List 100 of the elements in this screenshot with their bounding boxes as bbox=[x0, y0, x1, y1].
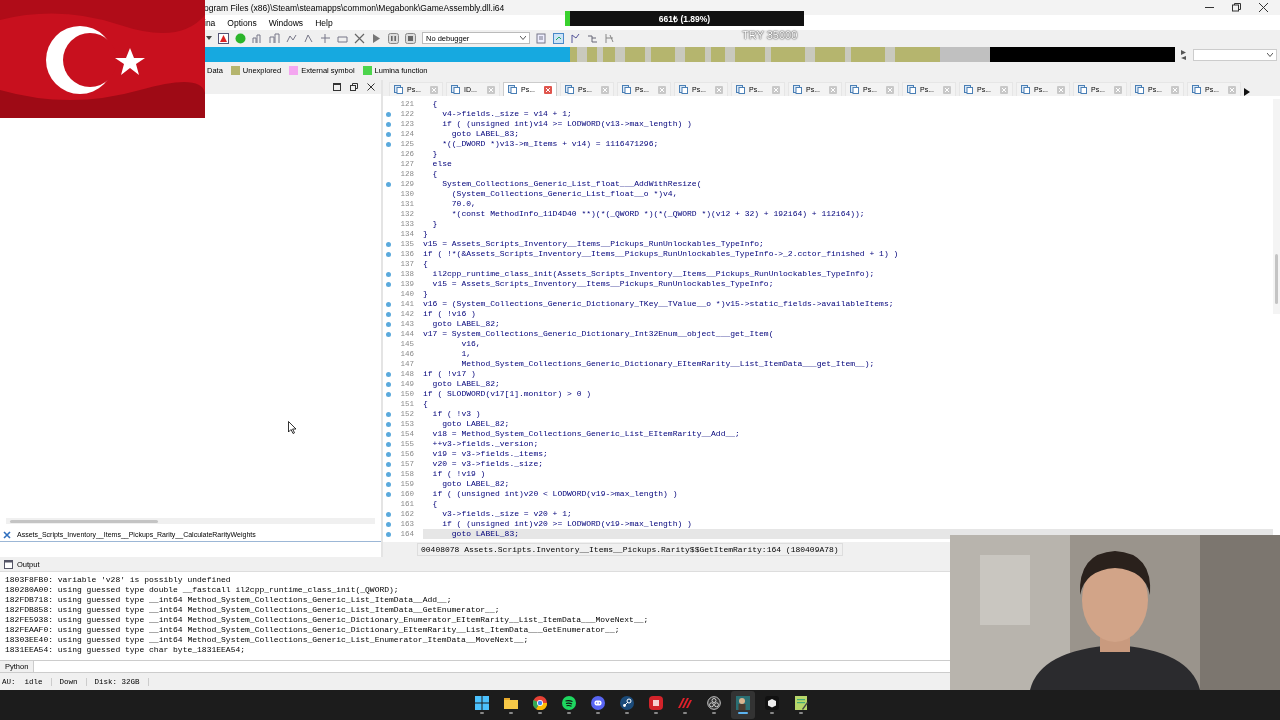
document-icon bbox=[1078, 85, 1087, 94]
tab-close-button[interactable] bbox=[1114, 85, 1122, 94]
code-line: 1, bbox=[460, 349, 472, 359]
stop-icon[interactable] bbox=[405, 32, 416, 44]
breakpoint-dot[interactable] bbox=[386, 311, 391, 317]
breakpoint-dot[interactable] bbox=[386, 121, 391, 127]
tab-close-button[interactable] bbox=[1171, 85, 1179, 94]
chat-icon[interactable] bbox=[590, 696, 605, 710]
browser-icon[interactable] bbox=[532, 696, 547, 710]
breakpoint-dot[interactable] bbox=[386, 421, 391, 427]
navigation-band[interactable] bbox=[205, 47, 1175, 62]
app-icon[interactable] bbox=[648, 696, 663, 710]
code-line: il2cpp_runtime_class_init(Assets_Scripts_Inventory__Items__Pickups_RunUnlockables_TypeInfo); bbox=[431, 269, 876, 279]
recorder-icon[interactable] bbox=[706, 696, 721, 710]
code-line: v18 = Method_System_Collections_Generic_List_EItemRarity__Add__; bbox=[431, 429, 741, 439]
tab-close-button[interactable] bbox=[772, 85, 780, 94]
breakpoint-dot[interactable] bbox=[386, 441, 391, 447]
output-line: 182FDB858: using guessed type __int64 Method_System_Collections_Generic_List_ItemData__GetEnumerator__; bbox=[5, 605, 501, 615]
code-line: v15 = Assets_Scripts_Inventory__Items__Pickups_RunUnlockables_TypeInfo; bbox=[431, 279, 775, 289]
horizontal-scrollbar[interactable] bbox=[6, 518, 375, 524]
breakpoint-dot[interactable] bbox=[386, 241, 391, 247]
restore-icon[interactable] bbox=[1232, 3, 1241, 12]
breakpoint-dot[interactable] bbox=[386, 321, 391, 327]
maximize-icon[interactable] bbox=[333, 83, 341, 91]
caret-icon[interactable] bbox=[206, 36, 212, 40]
breakpoint-dot[interactable] bbox=[386, 521, 391, 527]
breakpoint-dot[interactable] bbox=[386, 371, 391, 377]
chart-icon[interactable] bbox=[269, 32, 280, 44]
start-icon[interactable] bbox=[474, 696, 489, 710]
tab-close-button[interactable] bbox=[487, 85, 495, 94]
menu-item[interactable]: Windows bbox=[268, 17, 304, 28]
folder-icon[interactable] bbox=[503, 696, 518, 710]
breakpoint-dot[interactable] bbox=[386, 381, 391, 387]
breakpoint-dot[interactable] bbox=[386, 461, 391, 467]
breakpoint-dot[interactable] bbox=[386, 531, 391, 537]
tab-close-button[interactable] bbox=[1057, 85, 1065, 94]
breakpoint-dot[interactable] bbox=[386, 471, 391, 477]
output-line: 1831EEA54: using guessed type char byte_1831EEA54; bbox=[5, 645, 247, 655]
stripes-icon[interactable] bbox=[677, 696, 692, 710]
pause-icon[interactable] bbox=[388, 32, 399, 44]
breakpoint-dot[interactable] bbox=[386, 431, 391, 437]
breakpoint-dot[interactable] bbox=[386, 271, 391, 277]
breakpoint-dot[interactable] bbox=[386, 511, 391, 517]
taskbar-button[interactable] bbox=[730, 691, 755, 719]
close-icon[interactable] bbox=[367, 83, 375, 91]
tab-close-button[interactable] bbox=[715, 85, 723, 94]
music-icon[interactable] bbox=[561, 696, 576, 710]
close-icon[interactable] bbox=[1259, 3, 1268, 12]
breakpoint-dot[interactable] bbox=[386, 301, 391, 307]
figure-app-icon[interactable] bbox=[735, 696, 750, 710]
close-icon bbox=[1229, 86, 1235, 93]
breakpoint-dot[interactable] bbox=[386, 411, 391, 417]
document-icon[interactable] bbox=[536, 32, 547, 44]
code-line: if ( (unsigned int)v20 >= LODWORD(v19->max_length) ) bbox=[441, 519, 693, 529]
breakpoint-dot[interactable] bbox=[386, 111, 391, 117]
play-icon[interactable] bbox=[371, 32, 382, 44]
scroll-arrows-icon[interactable] bbox=[1180, 48, 1188, 61]
warning-icon[interactable] bbox=[218, 32, 229, 44]
breakpoint-dot[interactable] bbox=[386, 251, 391, 257]
tab-close-button[interactable] bbox=[1000, 85, 1008, 94]
tab-close-button[interactable] bbox=[658, 85, 666, 94]
breakpoint-dot[interactable] bbox=[386, 281, 391, 287]
close-icon[interactable] bbox=[354, 32, 365, 44]
breakpoint-dot[interactable] bbox=[386, 451, 391, 457]
tab-close-button[interactable] bbox=[430, 85, 438, 94]
tab-close-button[interactable] bbox=[601, 85, 609, 94]
tab-close-button[interactable] bbox=[1228, 85, 1236, 94]
close-icon bbox=[1115, 86, 1121, 93]
tab-close-button[interactable] bbox=[943, 85, 951, 94]
restore-icon[interactable] bbox=[350, 83, 358, 91]
breakpoint-dot[interactable] bbox=[386, 391, 391, 397]
scroll-right-icon[interactable] bbox=[1244, 88, 1250, 96]
menu-item[interactable]: Options bbox=[227, 17, 257, 28]
chart-icon[interactable] bbox=[252, 32, 263, 44]
code-line: } bbox=[423, 229, 429, 239]
code-line: if ( !*(&Assets_Scripts_Inventory__Items__Pickups_RunUnlockables_TypeInfo->_2.cctor_finished + 1) ) bbox=[423, 249, 900, 259]
breakpoint-dot[interactable] bbox=[386, 481, 391, 487]
segment-dropdown[interactable] bbox=[1193, 48, 1277, 61]
code-line: v15 = Assets_Scripts_Inventory__Items__Pickups_RunUnlockables_TypeInfo; bbox=[423, 239, 765, 249]
tab-close-button[interactable] bbox=[886, 85, 894, 94]
code-line: if ( (unsigned int)v14 >= LODWORD(v13->max_length) ) bbox=[441, 119, 693, 129]
tab-close-button[interactable] bbox=[544, 85, 552, 94]
launcher-icon[interactable] bbox=[619, 696, 634, 710]
breakpoint-dot[interactable] bbox=[386, 141, 391, 147]
code-line: v20 = v3->fields._size; bbox=[431, 459, 545, 469]
document-icon[interactable] bbox=[553, 32, 564, 44]
menu-item[interactable]: Help bbox=[315, 17, 333, 28]
close-icon bbox=[830, 86, 836, 93]
breakpoint-dot[interactable] bbox=[386, 181, 391, 187]
menu-item[interactable]: ina bbox=[204, 17, 216, 28]
record-icon[interactable] bbox=[235, 32, 246, 44]
clear-icon[interactable] bbox=[3, 530, 11, 539]
editor-icon[interactable] bbox=[793, 696, 808, 710]
vertical-scrollbar[interactable] bbox=[1273, 99, 1280, 314]
breakpoint-dot[interactable] bbox=[386, 491, 391, 497]
cube-icon[interactable] bbox=[764, 696, 779, 710]
document-icon bbox=[1192, 85, 1201, 94]
breakpoint-dot[interactable] bbox=[386, 331, 391, 337]
breakpoint-dot[interactable] bbox=[386, 131, 391, 137]
tab-close-button[interactable] bbox=[829, 85, 837, 94]
